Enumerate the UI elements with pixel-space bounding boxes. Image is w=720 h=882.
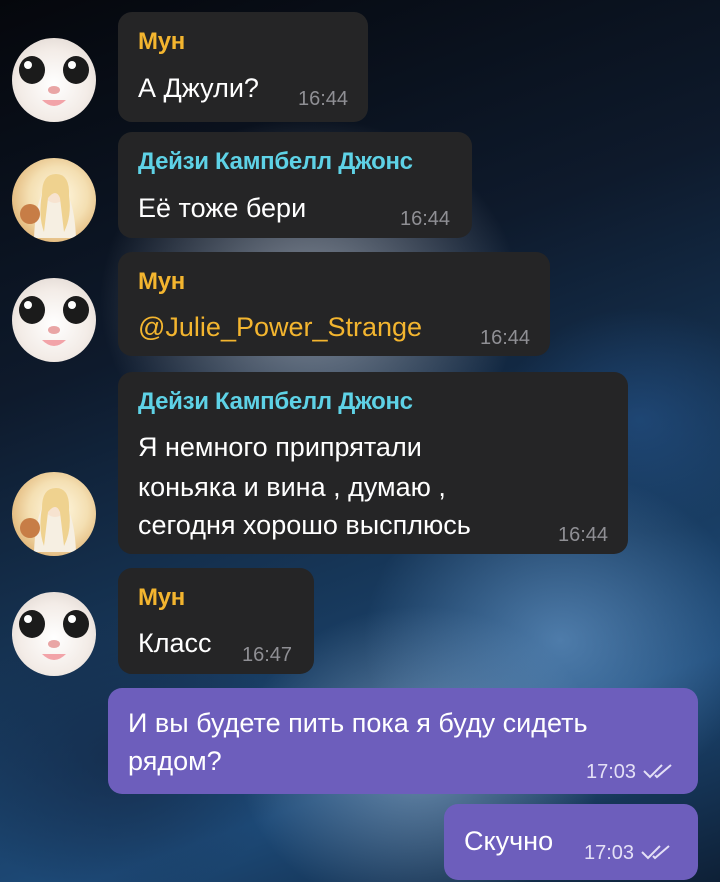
message-text: Класс	[138, 628, 212, 658]
message-time: 16:44	[400, 208, 451, 230]
avatar-daisy[interactable]	[12, 472, 96, 556]
sender-name[interactable]: Дейзи Кампбелл Джонс	[138, 388, 413, 416]
message-text-line: Я немного припрятали	[138, 432, 422, 462]
message-time-status: 17:03	[584, 842, 672, 865]
message-text-line: коньяка и вина , думаю ,	[138, 472, 446, 502]
mention-link[interactable]: @Julie_Power_Strange	[138, 308, 422, 346]
sender-name[interactable]: Мун	[138, 584, 185, 612]
message-time: 16:44	[558, 524, 609, 546]
girl-avatar-icon	[20, 488, 76, 552]
message-text-line: И вы будете пить пока я буду сидеть	[128, 708, 588, 738]
outgoing-message-bubble[interactable]: Скучно 17:03	[444, 804, 698, 880]
message-text-line: рядом?	[128, 746, 222, 776]
avatar-mun[interactable]	[12, 38, 96, 122]
sender-name[interactable]: Мун	[138, 28, 185, 56]
avatar-daisy[interactable]	[12, 158, 96, 242]
message-text: Её тоже бери	[138, 193, 307, 223]
message-text: Скучно	[464, 826, 554, 856]
sender-name[interactable]: Дейзи Кампбелл Джонс	[138, 148, 413, 176]
message-text-line: сегодня хорошо высплюсь	[138, 510, 471, 540]
message-time: 17:03	[586, 761, 637, 783]
message-time-status: 17:03	[586, 761, 674, 784]
message-bubble[interactable]: Мун Класс 16:47	[118, 568, 314, 674]
cat-avatar-icon	[19, 296, 89, 346]
message-time: 16:47	[242, 644, 293, 666]
outgoing-message-bubble[interactable]: И вы будете пить пока я буду сидеть рядо…	[108, 688, 698, 794]
cat-avatar-icon	[19, 610, 89, 660]
message-bubble[interactable]: Дейзи Кампбелл Джонс Её тоже бери 16:44	[118, 132, 472, 238]
avatar-mun[interactable]	[12, 278, 96, 362]
message-bubble[interactable]: Мун А Джули? 16:44	[118, 12, 368, 122]
message-time: 16:44	[480, 327, 531, 349]
message-bubble[interactable]: Дейзи Кампбелл Джонс Я немного припрятал…	[118, 372, 628, 554]
sender-name[interactable]: Мун	[138, 268, 185, 296]
read-double-check-icon	[641, 845, 670, 860]
read-double-check-icon	[643, 764, 672, 779]
message-time: 16:44	[298, 88, 349, 110]
message-time: 17:03	[584, 842, 635, 864]
cat-avatar-icon	[19, 56, 89, 106]
avatar-mun[interactable]	[12, 592, 96, 676]
girl-avatar-icon	[20, 174, 76, 238]
message-bubble[interactable]: Мун @Julie_Power_Strange 16:44	[118, 252, 550, 356]
message-text: А Джули?	[138, 73, 259, 103]
